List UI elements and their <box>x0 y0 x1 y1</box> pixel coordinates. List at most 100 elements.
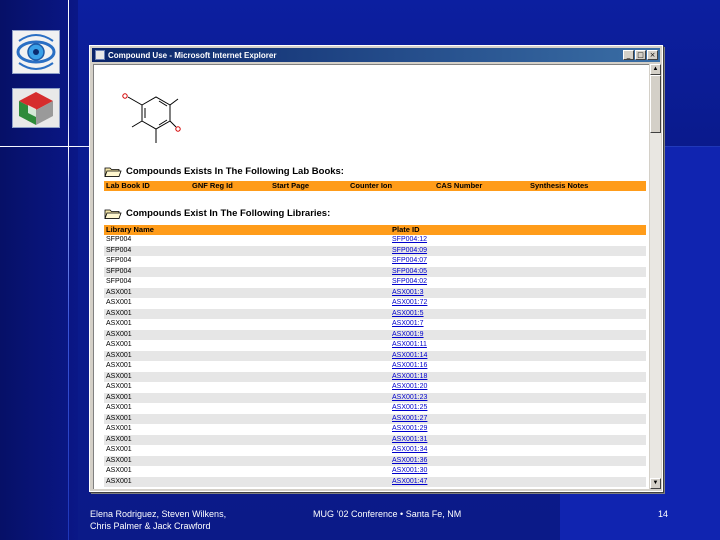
library-name-cell: ASX001 <box>106 320 132 327</box>
ie-page-icon <box>95 50 105 60</box>
plate-id-link[interactable]: ASX001:34 <box>392 445 427 456</box>
table-row: ASX001 ASX001:7 <box>104 319 646 330</box>
table-row: ASX001 ASX001:34 <box>104 445 646 456</box>
window-titlebar[interactable]: Compound Use - Microsoft Internet Explor… <box>92 48 660 62</box>
window-title: Compound Use - Microsoft Internet Explor… <box>108 50 277 60</box>
plate-id-link[interactable]: ASX001:30 <box>392 466 427 477</box>
browser-window: Compound Use - Microsoft Internet Explor… <box>89 45 663 492</box>
plate-id-link[interactable]: ASX001:18 <box>392 372 427 383</box>
library-name-cell: ASX001 <box>106 351 132 359</box>
lab-books-heading-text: Compounds Exists In The Following Lab Bo… <box>126 166 344 177</box>
plate-id-link[interactable]: SFP004:12 <box>392 235 427 246</box>
footer-authors-line1: Elena Rodriguez, Steven Wilkens, <box>90 509 227 519</box>
table-row: ASX001 ASX001:3 <box>104 287 646 299</box>
col-synthesis-notes: Synthesis Notes <box>530 181 589 190</box>
open-folder-icon <box>104 167 122 177</box>
table-row: ASX001 ASX001:36 <box>104 455 646 467</box>
plate-id-link[interactable]: ASX001:47 <box>392 477 427 488</box>
plate-id-link[interactable]: ASX001:23 <box>392 393 427 404</box>
table-row: ASX001 ASX001:47 <box>104 476 646 488</box>
table-row: ASX001 ASX001:72 <box>104 298 646 309</box>
library-name-cell: ASX001 <box>106 299 132 306</box>
library-name-cell: ASX001 <box>106 414 132 422</box>
scroll-up-arrow-icon[interactable]: ▲ <box>650 64 661 75</box>
plate-id-link[interactable]: ASX001:14 <box>392 351 427 362</box>
library-name-cell: ASX001 <box>106 288 132 296</box>
library-name-cell: ASX001 <box>106 435 132 443</box>
col-plate-id: Plate ID <box>392 225 420 234</box>
library-name-cell: SFP004 <box>106 236 132 243</box>
libraries-heading-text: Compounds Exist In The Following Librari… <box>126 208 331 219</box>
table-row: SFP004 SFP004:05 <box>104 266 646 278</box>
library-name-cell: ASX001 <box>106 362 132 369</box>
plate-id-link[interactable]: ASX001:25 <box>392 403 427 414</box>
plate-id-link[interactable]: ASX001:16 <box>392 361 427 372</box>
footer-authors-line2: Chris Palmer & Jack Crawford <box>90 521 211 531</box>
plate-id-link[interactable]: ASX001:29 <box>392 424 427 435</box>
plate-id-link[interactable]: ASX001:3 <box>392 288 424 299</box>
library-name-cell: SFP004 <box>106 246 132 254</box>
table-row: ASX001 ASX001:14 <box>104 350 646 362</box>
plate-id-link[interactable]: SFP004:09 <box>392 246 427 257</box>
library-name-cell: ASX001 <box>106 341 132 348</box>
library-name-cell: ASX001 <box>106 446 132 453</box>
plate-id-link[interactable]: SFP004:05 <box>392 267 427 278</box>
library-name-cell: ASX001 <box>106 477 132 485</box>
plate-id-link[interactable]: ASX001:27 <box>392 414 427 425</box>
scroll-down-arrow-icon[interactable]: ▼ <box>650 478 661 489</box>
table-row: ASX001 ASX001:11 <box>104 340 646 351</box>
col-cas-number: CAS Number <box>436 181 483 190</box>
col-counter-ion: Counter Ion <box>350 181 393 190</box>
plate-id-link[interactable]: ASX001:9 <box>392 330 424 341</box>
plate-id-link[interactable]: ASX001:31 <box>392 435 427 446</box>
libraries-heading: Compounds Exist In The Following Librari… <box>104 207 330 220</box>
table-row: SFP004 SFP004:02 <box>104 277 646 288</box>
library-name-cell: ASX001 <box>106 330 132 338</box>
plate-id-link[interactable]: ASX001:20 <box>392 382 427 393</box>
library-name-cell: ASX001 <box>106 309 132 317</box>
library-name-cell: ASX001 <box>106 372 132 380</box>
slide-left-band <box>0 0 78 540</box>
libraries-table: SFP004 SFP004:12 SFP004 SFP004:09 SFP004 SFP0… <box>104 235 646 487</box>
plate-id-link[interactable]: SFP004:02 <box>392 277 427 288</box>
plate-id-link[interactable]: ASX001:72 <box>392 298 427 309</box>
plate-id-link[interactable]: ASX001:36 <box>392 456 427 467</box>
table-row: SFP004 SFP004:07 <box>104 256 646 267</box>
close-button[interactable]: × <box>647 50 658 60</box>
vertical-scrollbar[interactable]: ▲ ▼ <box>650 64 661 489</box>
molecule-structure-image <box>122 93 181 143</box>
table-row: ASX001 ASX001:27 <box>104 413 646 425</box>
table-row: ASX001 ASX001:31 <box>104 434 646 446</box>
table-row: SFP004 SFP004:12 <box>104 235 646 246</box>
table-row: ASX001 ASX001:20 <box>104 382 646 393</box>
table-row: ASX001 ASX001:23 <box>104 392 646 404</box>
maximize-button[interactable]: □ <box>635 50 646 60</box>
footer-conference: MUG ’02 Conference • Santa Fe, NM <box>313 509 462 519</box>
lab-books-table-header: Lab Book ID GNF Reg Id Start Page Counte… <box>104 181 646 191</box>
cube-logo-icon <box>12 88 60 128</box>
table-row: ASX001 ASX001:25 <box>104 403 646 414</box>
table-row: ASX001 ASX001:9 <box>104 329 646 341</box>
library-name-cell: SFP004 <box>106 278 132 285</box>
open-folder-icon <box>104 209 122 219</box>
col-lab-book-id: Lab Book ID <box>106 181 150 190</box>
window-controls: _ □ × <box>623 50 658 60</box>
library-name-cell: ASX001 <box>106 456 132 464</box>
slide-vertical-rule <box>68 0 69 540</box>
sparkle-vertical <box>68 112 69 182</box>
library-name-cell: SFP004 <box>106 267 132 275</box>
plate-id-link[interactable]: ASX001:7 <box>392 319 424 330</box>
plate-id-link[interactable]: SFP004:07 <box>392 256 427 267</box>
table-row: ASX001 ASX001:29 <box>104 424 646 435</box>
footer-page-number: 14 <box>658 509 669 519</box>
scrollbar-thumb[interactable] <box>650 75 661 133</box>
table-row: ASX001 ASX001:30 <box>104 466 646 477</box>
col-start-page: Start Page <box>272 181 310 190</box>
plate-id-link[interactable]: ASX001:5 <box>392 309 424 320</box>
col-library-name: Library Name <box>106 225 154 234</box>
minimize-button[interactable]: _ <box>623 50 634 60</box>
table-row: ASX001 ASX001:18 <box>104 371 646 383</box>
lab-books-heading: Compounds Exists In The Following Lab Bo… <box>104 165 344 178</box>
plate-id-link[interactable]: ASX001:11 <box>392 340 427 351</box>
table-row: ASX001 ASX001:16 <box>104 361 646 372</box>
